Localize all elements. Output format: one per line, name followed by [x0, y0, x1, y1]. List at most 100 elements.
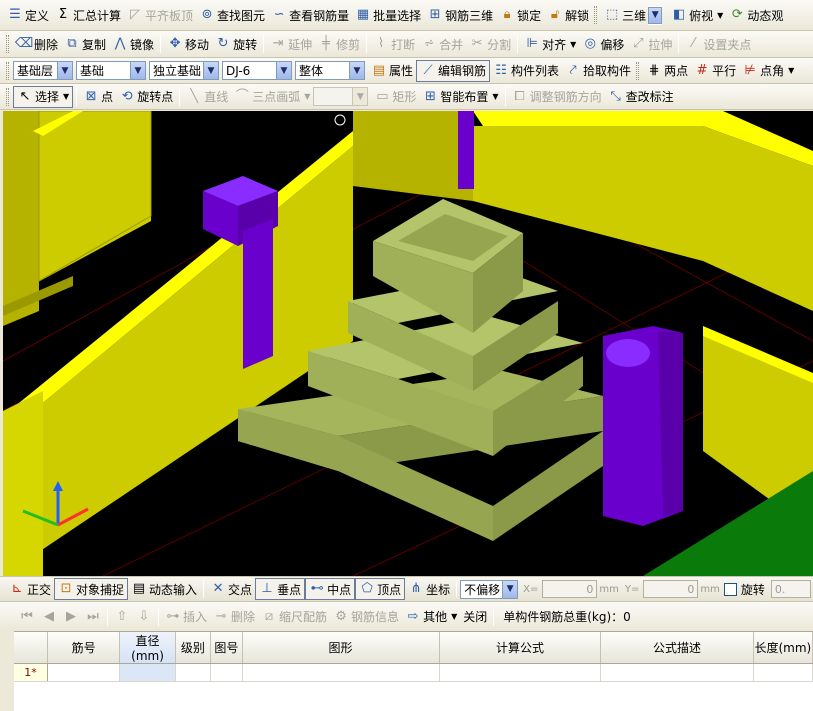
- rebar-info-button[interactable]: ⚙ 钢筋信息: [330, 606, 402, 628]
- align-slab-top-button[interactable]: ◸ 平齐板顶: [124, 4, 196, 26]
- rebar-table: 筋号 直径(mm) 级别 图号 图形 计算公式 公式描述 长度(mm) 1*: [14, 631, 813, 711]
- layer-select[interactable]: 基础层 ▼: [13, 61, 73, 80]
- perpendicular-snap[interactable]: ⊥ 垂点: [255, 578, 306, 600]
- align-dropdown[interactable]: ⊫ 对齐 ▼: [521, 33, 579, 55]
- merge-button[interactable]: ⩫ 合并: [418, 33, 466, 55]
- column-header[interactable]: 级别: [175, 632, 212, 664]
- move-down-button[interactable]: ⇩: [133, 606, 155, 628]
- set-grip-button[interactable]: ⁄ 设置夹点: [682, 33, 754, 55]
- offset-button[interactable]: ◎ 偏移: [579, 33, 627, 55]
- mirror-button[interactable]: ⋀ 镜像: [109, 33, 157, 55]
- table-cell[interactable]: [119, 663, 176, 682]
- column-header[interactable]: 图形: [242, 632, 440, 664]
- first-record-button[interactable]: ⏮: [16, 606, 38, 628]
- edit-rebar-button[interactable]: ⟋ 编辑钢筋: [416, 59, 491, 82]
- arc-mode-select[interactable]: ▼: [313, 87, 369, 106]
- unlock-button[interactable]: 🔓︎ 解锁: [544, 4, 592, 26]
- binoculars-icon: ⊚: [201, 7, 213, 22]
- intersection-snap[interactable]: ✕ 交点: [207, 578, 255, 600]
- prev-record-button[interactable]: ◀: [38, 606, 60, 628]
- x-input[interactable]: 0: [542, 580, 598, 598]
- ruler-rebar-button[interactable]: ⧄ 缩尺配筋: [258, 606, 330, 628]
- y-unit: mm: [700, 583, 720, 595]
- view-direction-dropdown[interactable]: ◧ 俯视 ▼: [668, 4, 726, 26]
- object-snap-toggle[interactable]: ⊡ 对象捕捉: [54, 578, 129, 600]
- 3d-viewport[interactable]: [3, 111, 813, 576]
- batch-select-button[interactable]: ▦ 批量选择: [352, 4, 424, 26]
- column-header[interactable]: 长度(mm): [753, 632, 813, 664]
- define-button[interactable]: ☰ 定义: [4, 4, 52, 26]
- delete-button[interactable]: ⌫ 删除: [13, 33, 61, 55]
- scope-select[interactable]: 整体 ▼: [295, 61, 365, 80]
- table-cell[interactable]: [753, 663, 813, 682]
- offset-mode-select[interactable]: 不偏移 ▼: [460, 579, 519, 599]
- move-up-button[interactable]: ⇧: [111, 606, 133, 628]
- rotate-button[interactable]: ↻ 旋转: [212, 33, 260, 55]
- three-point-arc-dropdown[interactable]: ⌒ 三点画弧 ▼: [231, 86, 313, 108]
- column-header[interactable]: 计算公式: [439, 632, 602, 664]
- coordinate-snap[interactable]: ⋔ 坐标: [405, 578, 453, 600]
- next-record-button[interactable]: ▶: [60, 606, 82, 628]
- column-header[interactable]: 直径(mm): [119, 632, 176, 664]
- rotate-point-button[interactable]: ⟲ 旋转点: [116, 86, 176, 108]
- find-element-button[interactable]: ⊚ 查找图元: [196, 4, 268, 26]
- lock-button[interactable]: 🔒︎ 锁定: [496, 4, 544, 26]
- two-points-button[interactable]: ⋕ 两点: [643, 60, 691, 82]
- parallel-button[interactable]: # 平行: [691, 60, 739, 82]
- point-button[interactable]: ⊠ 点: [80, 86, 116, 108]
- split-button[interactable]: ✂ 分割: [466, 33, 514, 55]
- rotate-input[interactable]: 0.: [770, 580, 811, 598]
- move-button[interactable]: ✥ 移动: [164, 33, 212, 55]
- table-cell[interactable]: [210, 663, 243, 682]
- eraser-icon: ⌫: [14, 36, 34, 51]
- stretch-button[interactable]: ⤢ 拉伸: [627, 33, 675, 55]
- component-code-select[interactable]: DJ-6 ▼: [222, 61, 292, 80]
- table-cell[interactable]: [242, 663, 440, 682]
- close-panel-button[interactable]: 关闭: [460, 606, 490, 628]
- chevron-down-icon: ▼: [349, 62, 364, 79]
- dynamic-input-toggle[interactable]: ▤ 动态输入: [128, 578, 200, 600]
- component-list-button[interactable]: ☷ 构件列表: [490, 60, 562, 82]
- column-header[interactable]: 图号: [210, 632, 243, 664]
- break-button[interactable]: ⌇ 打断: [370, 33, 418, 55]
- table-cell[interactable]: [47, 663, 121, 682]
- y-input[interactable]: 0: [643, 580, 699, 598]
- column-header[interactable]: 筋号: [47, 632, 121, 664]
- rebar-3d-button[interactable]: ⊞ 钢筋三维: [424, 4, 496, 26]
- smart-layout-dropdown[interactable]: ⊞ 智能布置 ▼: [419, 86, 501, 108]
- properties-button[interactable]: ▤ 属性: [368, 60, 416, 82]
- table-row[interactable]: 1*: [14, 663, 813, 682]
- summary-calc-button[interactable]: Σ 汇总计算: [52, 4, 124, 26]
- last-record-button[interactable]: ⏭: [82, 606, 104, 628]
- ortho-toggle[interactable]: ⊾ 正交: [6, 578, 54, 600]
- extend-button[interactable]: ⇥ 延伸: [267, 33, 315, 55]
- copy-button[interactable]: ⧉ 复制: [61, 33, 109, 55]
- insert-row-button[interactable]: ⊶ 插入: [162, 606, 210, 628]
- rotate-checkbox[interactable]: [723, 582, 737, 596]
- main-toolbar: ☰ 定义 Σ 汇总计算 ◸ 平齐板顶 ⊚ 查找图元 ∽ 查看钢筋量 ▦ 批量选择 ⊞ 钢筋三维…: [0, 0, 813, 31]
- point-angle-dropdown[interactable]: ⊭ 点角 ▼: [739, 60, 797, 82]
- adjust-rebar-direction-button[interactable]: ⧠ 调整钢筋方向: [509, 86, 605, 108]
- category-select[interactable]: 基础 ▼: [76, 61, 146, 80]
- view-3d-dropdown[interactable]: ⬚ 三维 ▼: [601, 4, 668, 26]
- type-select[interactable]: 独立基础 ▼: [149, 61, 219, 80]
- edit-annotation-button[interactable]: ⤡ 查改标注: [605, 86, 677, 108]
- line-button[interactable]: ╲ 直线: [183, 86, 231, 108]
- pick-component-button[interactable]: ⤤ 拾取构件: [562, 60, 634, 82]
- table-cell[interactable]: [439, 663, 602, 682]
- rectangle-button[interactable]: ▭ 矩形: [371, 86, 419, 108]
- vertex-snap[interactable]: ⬠ 顶点: [355, 578, 406, 600]
- column-header[interactable]: 公式描述: [600, 632, 754, 664]
- select-dropdown[interactable]: ↖ 选择 ▼: [13, 85, 74, 108]
- view-3d-arrow[interactable]: ▼: [648, 5, 663, 25]
- table-cell[interactable]: [175, 663, 212, 682]
- separator: [158, 607, 159, 626]
- trim-button[interactable]: ╪ 修剪: [315, 33, 363, 55]
- table-cell[interactable]: [600, 663, 754, 682]
- other-dropdown[interactable]: ⇨ 其他 ▼: [402, 606, 460, 628]
- ruler-icon: ⧄: [264, 608, 274, 624]
- dynamic-observe-button[interactable]: ⟳ 动态观: [726, 4, 786, 26]
- midpoint-snap[interactable]: ⊷ 中点: [305, 578, 356, 600]
- delete-row-button[interactable]: ⊸ 删除: [210, 606, 258, 628]
- view-rebar-qty-button[interactable]: ∽ 查看钢筋量: [268, 4, 352, 26]
